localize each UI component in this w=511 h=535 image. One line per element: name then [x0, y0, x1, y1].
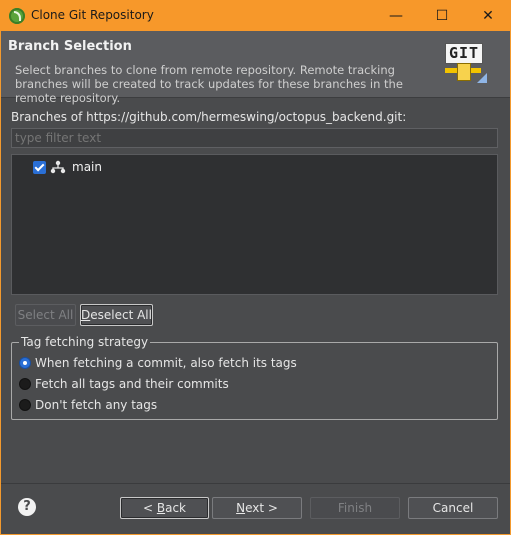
footer-separator	[1, 483, 510, 484]
radio-unselected[interactable]	[19, 378, 31, 390]
deselect-all-button[interactable]: Deselect All	[80, 304, 153, 326]
title-bar[interactable]: Clone Git Repository — ☐ ✕	[0, 0, 511, 31]
branch-checkbox[interactable]	[33, 160, 46, 174]
branch-icon	[50, 160, 66, 174]
next-label: ext >	[245, 501, 278, 515]
deselect-all-label: eselect All	[90, 308, 152, 322]
minimize-icon: —	[389, 7, 403, 24]
page-title: Branch Selection	[8, 39, 132, 54]
maximize-button[interactable]: ☐	[419, 0, 465, 31]
minimize-button[interactable]: —	[373, 0, 419, 31]
tag-option-label: When fetching a commit, also fetch its t…	[35, 356, 297, 370]
page-description: Select branches to clone from remote rep…	[15, 63, 403, 105]
spring-app-icon	[9, 8, 25, 24]
back-label: ack	[165, 501, 186, 515]
select-all-button[interactable]: Select All	[15, 304, 76, 326]
git-pipe-joint-decoration	[457, 63, 471, 81]
git-arrow-decoration	[477, 73, 487, 83]
radio-selected[interactable]	[19, 357, 31, 369]
tag-option-fetch-commit-tags[interactable]: When fetching a commit, also fetch its t…	[19, 355, 297, 371]
maximize-icon: ☐	[435, 7, 449, 24]
next-button[interactable]: Next >	[212, 497, 302, 519]
radio-unselected[interactable]	[19, 399, 31, 411]
back-prefix: <	[142, 501, 157, 515]
branch-tree[interactable]: main	[11, 154, 498, 295]
close-icon: ✕	[482, 7, 494, 24]
branch-item[interactable]: main	[33, 159, 102, 175]
wizard-header: Branch Selection Select branches to clon…	[1, 31, 510, 105]
back-button[interactable]: < Back	[120, 497, 209, 519]
branch-label: main	[72, 160, 102, 174]
tag-option-label: Don't fetch any tags	[35, 398, 158, 412]
finish-label: Finish	[337, 501, 373, 515]
cancel-label: Cancel	[432, 501, 474, 515]
tag-option-label: Fetch all tags and their commits	[35, 377, 229, 391]
cancel-button[interactable]: Cancel	[408, 497, 498, 519]
help-icon[interactable]: ?	[18, 498, 36, 516]
tag-strategy-legend: Tag fetching strategy	[19, 335, 151, 349]
window-title: Clone Git Repository	[31, 8, 154, 22]
dialog-content: Branch Selection Select branches to clon…	[1, 31, 510, 534]
next-mnemonic: N	[236, 501, 246, 515]
deselect-all-mnemonic: D	[81, 308, 91, 322]
git-logo-text: GIT	[445, 43, 483, 64]
dialog-window: Clone Git Repository — ☐ ✕ Branch Select…	[0, 0, 511, 535]
tag-option-no-tags[interactable]: Don't fetch any tags	[19, 397, 157, 413]
tag-option-fetch-all-tags[interactable]: Fetch all tags and their commits	[19, 376, 229, 392]
branches-label: Branches of https://github.com/hermeswin…	[11, 110, 407, 124]
close-button[interactable]: ✕	[465, 0, 511, 31]
back-mnemonic: B	[156, 501, 166, 515]
git-logo-icon: GIT	[441, 41, 487, 87]
select-all-label: Select All	[17, 308, 74, 322]
finish-button[interactable]: Finish	[310, 497, 400, 519]
branch-filter-input[interactable]	[11, 128, 498, 148]
